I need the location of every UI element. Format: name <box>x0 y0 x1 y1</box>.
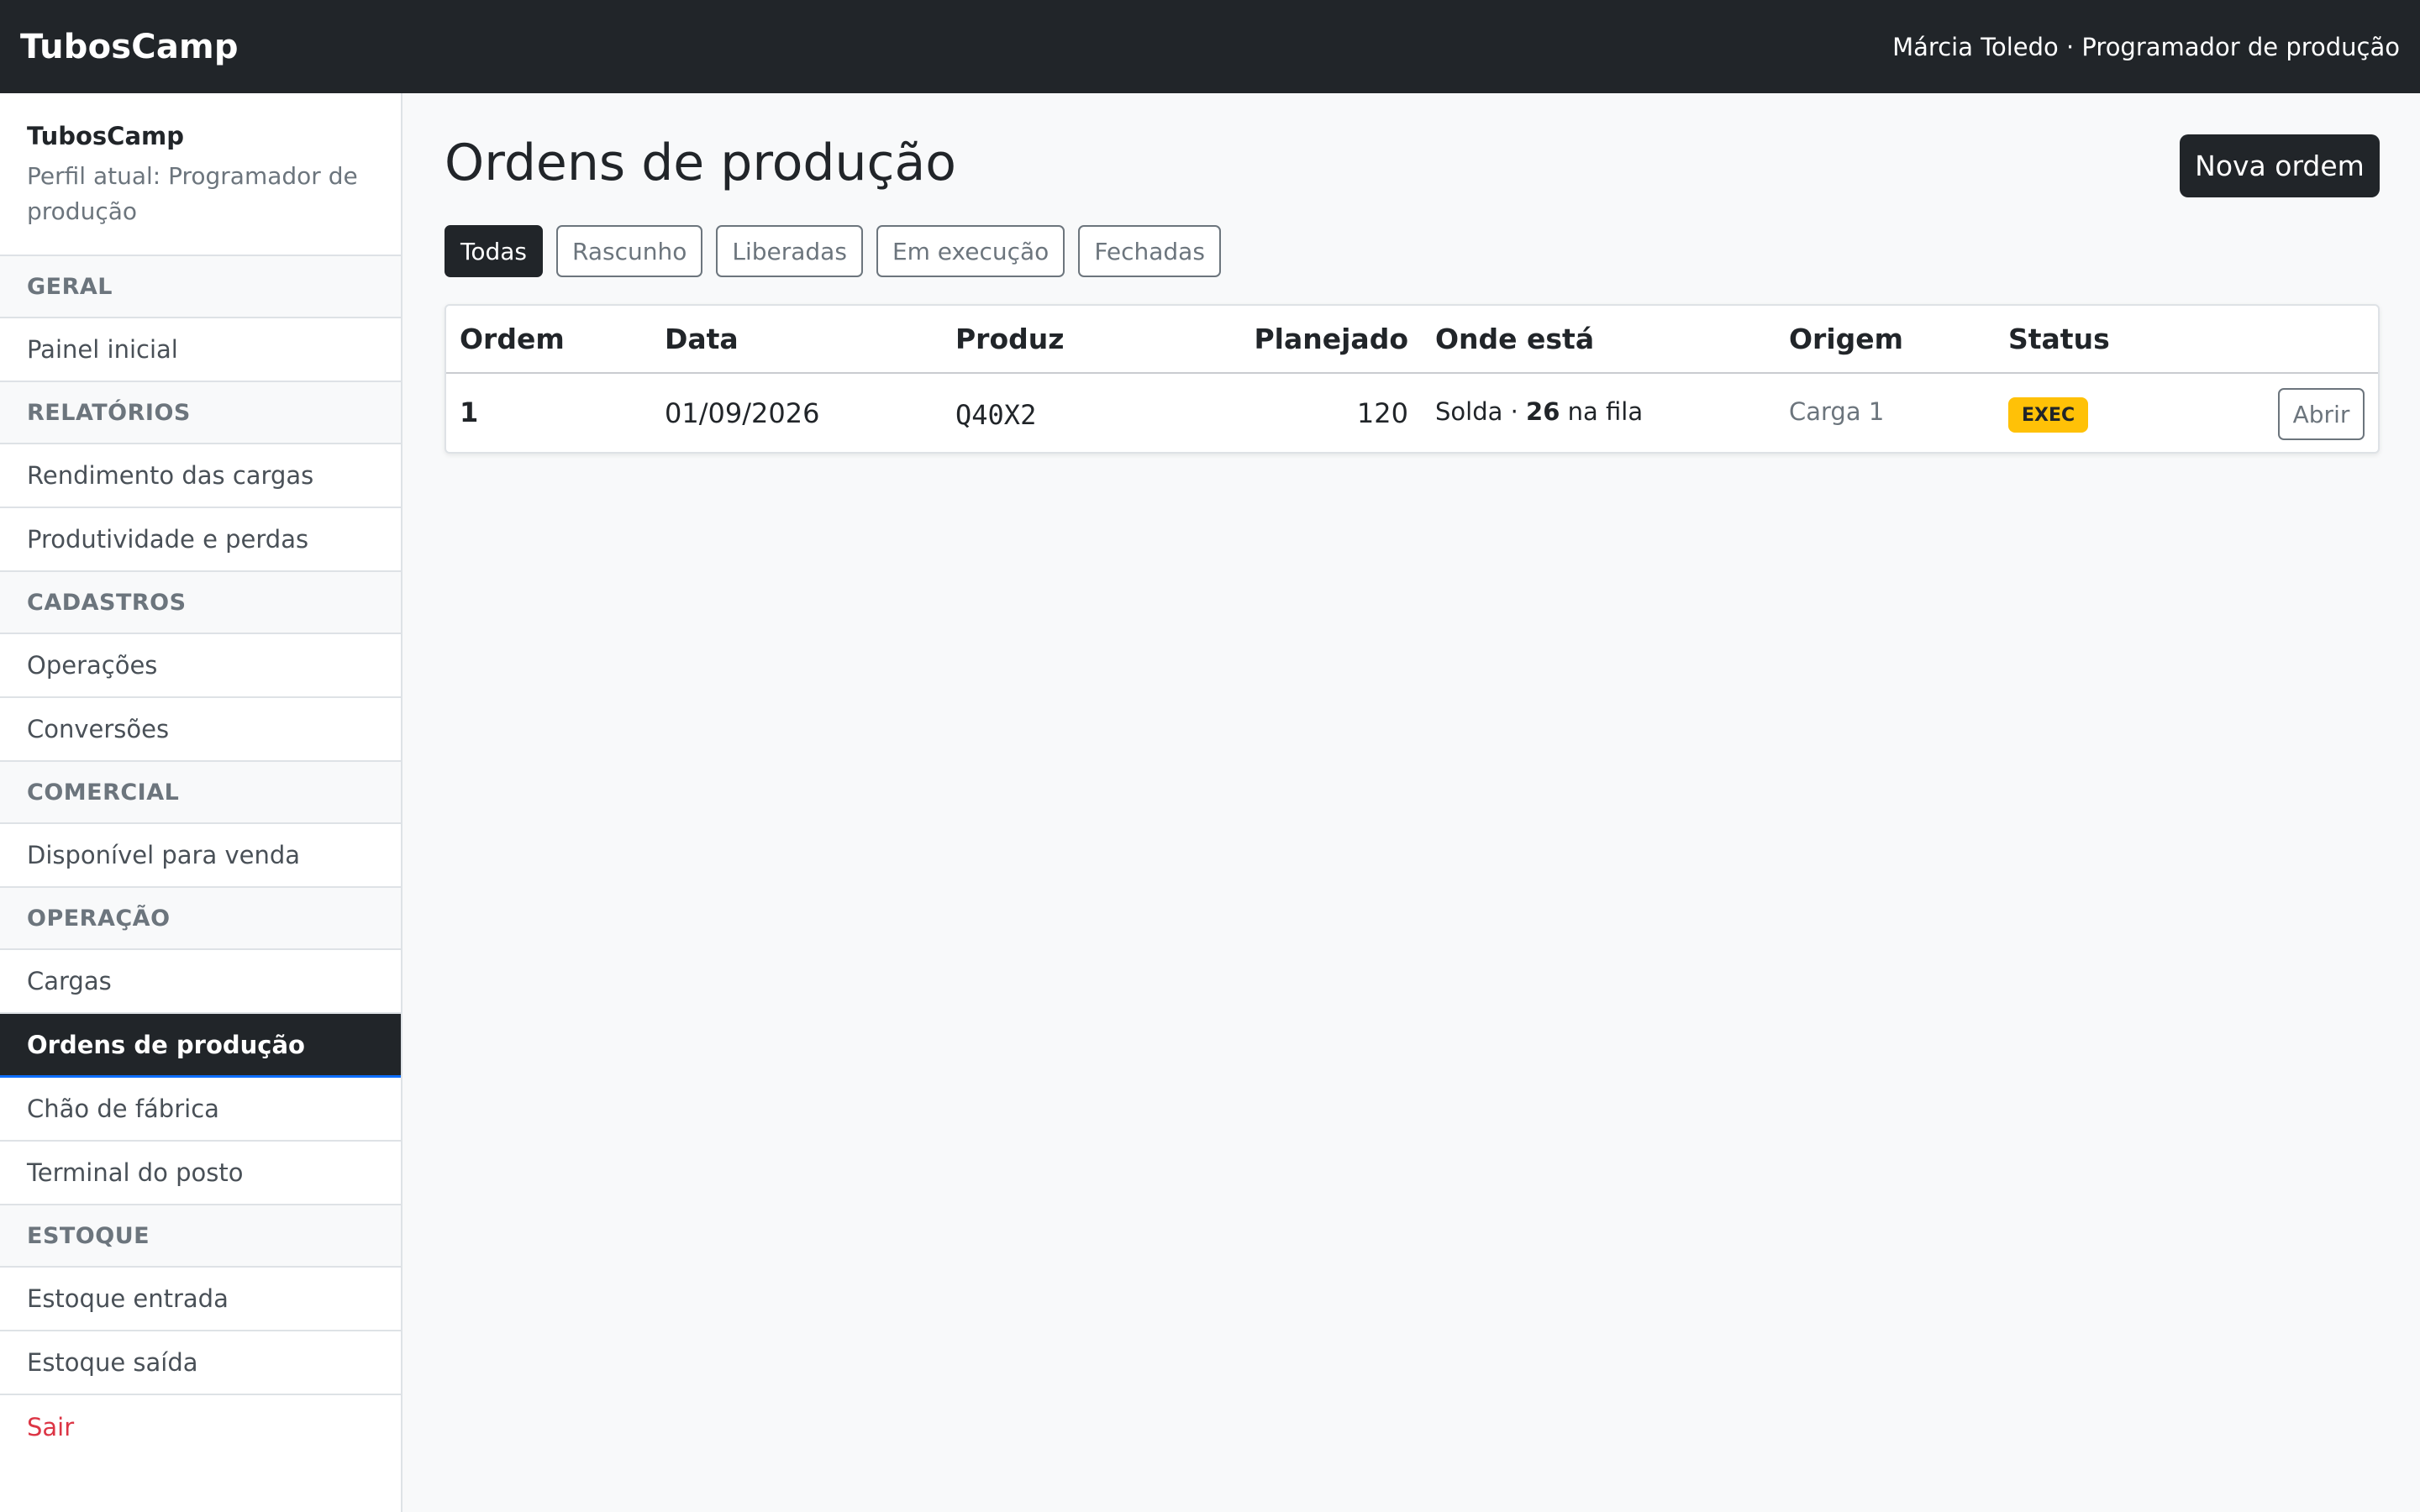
sidebar-item-disponivel-venda[interactable]: Disponível para venda <box>0 824 401 888</box>
cell-planejado: 120 <box>1356 397 1408 429</box>
cell-origem: Carga 1 <box>1789 397 1885 426</box>
sidebar-item-operacoes[interactable]: Operações <box>0 634 401 698</box>
sidebar-item-chao-fabrica[interactable]: Chão de fábrica <box>0 1078 401 1142</box>
sidebar-section-cadastros: CADASTROS <box>0 572 401 634</box>
sidebar-item-cargas[interactable]: Cargas <box>0 950 401 1014</box>
column-header-ordem: Ordem <box>460 323 565 355</box>
queue-suffix: na fila <box>1560 397 1644 426</box>
sidebar-item-painel-inicial[interactable]: Painel inicial <box>0 318 401 382</box>
sidebar-item-rendimento-cargas[interactable]: Rendimento das cargas <box>0 444 401 508</box>
sidebar-section-comercial: COMERCIAL <box>0 762 401 824</box>
location-station: Solda · <box>1435 397 1527 426</box>
cell-produz: Q40X2 <box>955 399 1037 431</box>
new-order-button[interactable]: Nova ordem <box>2180 134 2380 197</box>
filter-liberadas[interactable]: Liberadas <box>716 225 863 277</box>
column-header-produz: Produz <box>955 323 1065 355</box>
sidebar-section-operacao: OPERAÇÃO <box>0 888 401 950</box>
top-navbar: TubosCamp Márcia Toledo · Programador de… <box>0 0 2420 93</box>
column-header-origem: Origem <box>1789 323 1904 355</box>
sidebar-item-sair[interactable]: Sair <box>0 1395 401 1459</box>
filter-rascunho[interactable]: Rascunho <box>556 225 703 277</box>
sidebar-section-geral: GERAL <box>0 256 401 318</box>
sidebar-item-terminal-posto[interactable]: Terminal do posto <box>0 1142 401 1205</box>
sidebar-section-estoque: ESTOQUE <box>0 1205 401 1268</box>
cell-ordem: 1 <box>460 396 479 428</box>
sidebar-item-produtividade-perdas[interactable]: Produtividade e perdas <box>0 508 401 572</box>
cell-onde-esta: Solda · 26 na fila <box>1435 397 1643 426</box>
sidebar-item-conversoes[interactable]: Conversões <box>0 698 401 762</box>
status-badge: EXEC <box>2008 397 2089 433</box>
column-header-status: Status <box>2008 323 2110 355</box>
column-header-planejado: Planejado <box>1254 323 1408 355</box>
sidebar-header: TubosCamp Perfil atual: Programador de p… <box>0 93 401 256</box>
current-user: Márcia Toledo · Programador de produção <box>1892 32 2400 61</box>
page-title: Ordens de produção <box>445 134 956 192</box>
table-header: Ordem Data Produz Planejado Onde está Or… <box>446 306 2378 374</box>
sidebar-item-estoque-saida[interactable]: Estoque saída <box>0 1331 401 1395</box>
sidebar-profile: Perfil atual: Programador de produção <box>27 162 358 225</box>
sidebar: TubosCamp Perfil atual: Programador de p… <box>0 93 402 1512</box>
table-row: 1 01/09/2026 Q40X2 120 Solda · 26 na fil… <box>446 374 2378 454</box>
navbar-brand[interactable]: TubosCamp <box>20 28 239 66</box>
column-header-onde-esta: Onde está <box>1435 323 1595 355</box>
filter-fechadas[interactable]: Fechadas <box>1078 225 1221 277</box>
column-header-data: Data <box>665 323 739 355</box>
status-filter-group: Todas Rascunho Liberadas Em execução Fec… <box>445 225 1221 277</box>
filter-todas[interactable]: Todas <box>445 225 543 277</box>
sidebar-item-ordens-producao[interactable]: Ordens de produção <box>0 1014 401 1078</box>
cell-data: 01/09/2026 <box>665 397 820 429</box>
orders-table: Ordem Data Produz Planejado Onde está Or… <box>445 304 2380 454</box>
open-order-button[interactable]: Abrir <box>2278 388 2365 440</box>
sidebar-brand: TubosCamp <box>27 122 185 150</box>
queue-count: 26 <box>1526 397 1560 426</box>
sidebar-item-estoque-entrada[interactable]: Estoque entrada <box>0 1268 401 1331</box>
filter-em-execucao[interactable]: Em execução <box>876 225 1065 277</box>
sidebar-section-relatorios: RELATÓRIOS <box>0 382 401 444</box>
